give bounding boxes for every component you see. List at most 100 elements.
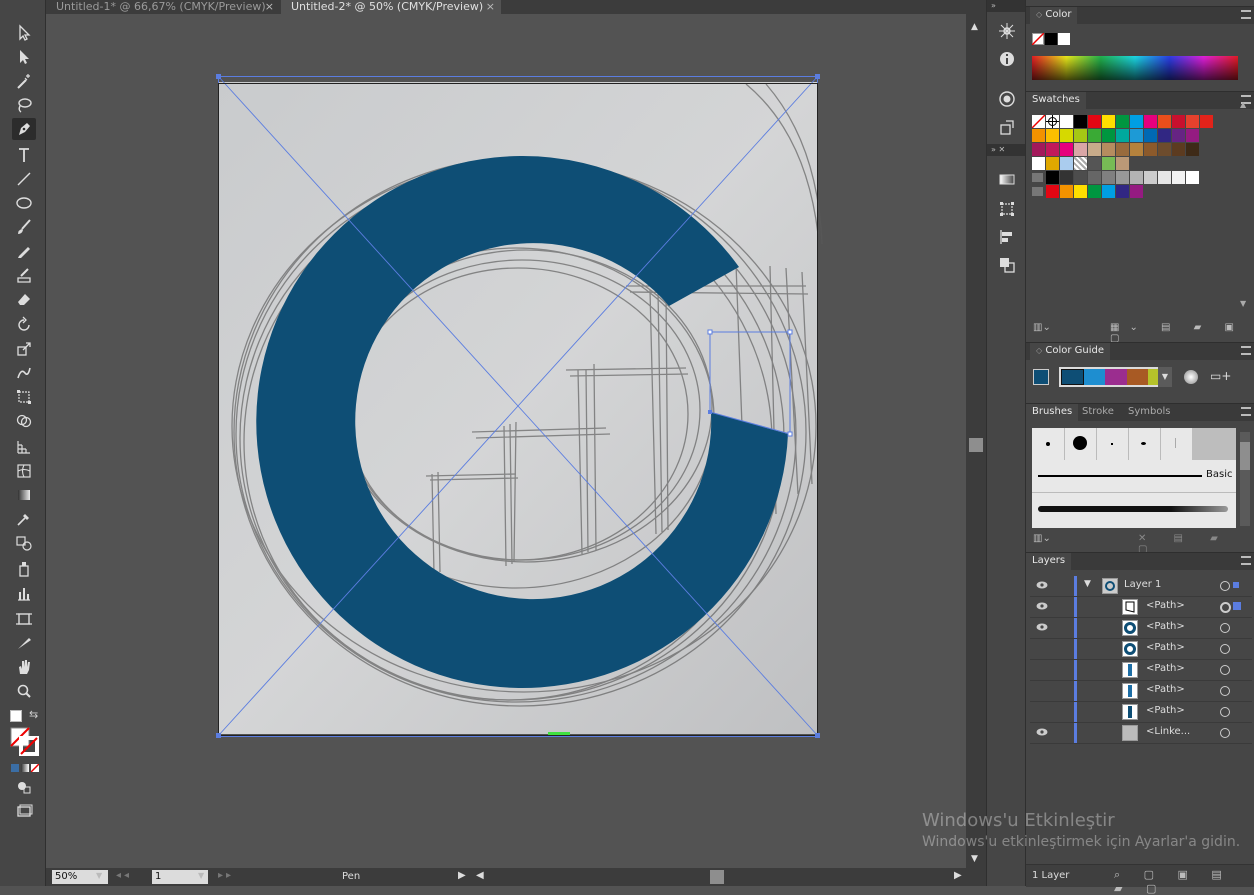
- warp-tool-icon[interactable]: [12, 362, 36, 384]
- direct-selection-tool-icon[interactable]: [12, 46, 36, 68]
- swatch[interactable]: [1186, 129, 1199, 142]
- swatch[interactable]: [1144, 115, 1157, 128]
- swatch-libraries-menu-icon[interactable]: ▥⌄: [1033, 322, 1051, 333]
- color-mode-icons[interactable]: [11, 764, 39, 772]
- selection-tool-icon[interactable]: [12, 22, 36, 44]
- swatch[interactable]: [1158, 143, 1171, 156]
- artboard-dropdown-icon[interactable]: ▼: [198, 871, 204, 880]
- swatch[interactable]: [1032, 173, 1043, 182]
- swatch[interactable]: [1032, 143, 1045, 156]
- swatch[interactable]: [1032, 157, 1045, 170]
- swatch[interactable]: [1088, 143, 1101, 156]
- target-icon[interactable]: [1220, 644, 1230, 654]
- ellipse-tool-icon[interactable]: [12, 192, 36, 214]
- sublayer-row[interactable]: <Path>: [1030, 702, 1252, 723]
- swatch[interactable]: [1102, 115, 1115, 128]
- swatch[interactable]: [1046, 129, 1059, 142]
- sublayer-row[interactable]: <Path>: [1030, 639, 1252, 660]
- scroll-up-arrow-icon[interactable]: ▲: [971, 22, 978, 32]
- swatch-panel-buttons[interactable]: ▦⌄ ▤ ▰ ▣ ▢: [1110, 322, 1254, 344]
- gradient-tool-icon[interactable]: [12, 484, 36, 506]
- path-name[interactable]: <Path>: [1146, 705, 1185, 716]
- pathfinder-icon[interactable]: [995, 254, 1019, 276]
- type-tool-icon[interactable]: [12, 144, 36, 166]
- panel-menu-icon[interactable]: [1241, 346, 1251, 355]
- layers-scrollbar[interactable]: [1240, 578, 1250, 858]
- slice-tool-icon[interactable]: [12, 632, 36, 654]
- swatches-scrollbar[interactable]: ▲ ▼: [1240, 100, 1250, 316]
- swatch[interactable]: [1102, 171, 1115, 184]
- swatch[interactable]: [1046, 157, 1059, 170]
- scrollbar-thumb[interactable]: [969, 438, 983, 452]
- expand-icon[interactable]: ◇: [1036, 10, 1042, 19]
- vertical-scrollbar[interactable]: ▲ ▼: [966, 14, 986, 868]
- swatch[interactable]: [1088, 157, 1101, 170]
- sublayer-row[interactable]: <Path>: [1030, 597, 1252, 618]
- panel-menu-icon[interactable]: [1241, 10, 1251, 19]
- canvas-area[interactable]: [46, 14, 966, 868]
- rotate-tool-icon[interactable]: [12, 314, 36, 336]
- graphic-styles-icon[interactable]: [995, 116, 1019, 138]
- tab-color-guide[interactable]: ◇ Color Guide: [1030, 343, 1110, 360]
- disclosure-triangle-icon[interactable]: ▼: [1084, 579, 1091, 589]
- swatch[interactable]: [1102, 129, 1115, 142]
- layer-name[interactable]: Layer 1: [1124, 579, 1161, 590]
- harmony-rules-strip[interactable]: [1059, 367, 1171, 387]
- layers-footer-buttons[interactable]: ⌕ ▢ ▣ ▤ ▰ ▢: [1114, 868, 1254, 895]
- swatch[interactable]: [1088, 115, 1101, 128]
- path-name[interactable]: <Path>: [1146, 642, 1185, 653]
- swatch[interactable]: [1060, 115, 1073, 128]
- brush-dot-small[interactable]: [1032, 428, 1065, 460]
- eraser-tool-icon[interactable]: [12, 288, 36, 310]
- brushes-scrollbar[interactable]: [1240, 432, 1250, 526]
- swatch[interactable]: [1116, 143, 1129, 156]
- tab-brushes[interactable]: Brushes: [1026, 404, 1079, 421]
- artboard-view[interactable]: [46, 14, 966, 868]
- swatch[interactable]: [1102, 157, 1115, 170]
- target-icon[interactable]: [1220, 623, 1230, 633]
- blend-tool-icon[interactable]: [12, 532, 36, 554]
- base-color-swatch[interactable]: [1033, 369, 1049, 385]
- swatch[interactable]: [1158, 171, 1171, 184]
- brushes-list[interactable]: Basic: [1032, 428, 1236, 528]
- save-color-group-icon[interactable]: ▭+: [1210, 369, 1231, 383]
- lasso-tool-icon[interactable]: [12, 94, 36, 116]
- swatch[interactable]: [1172, 143, 1185, 156]
- harmony-dropdown-icon[interactable]: ▼: [1158, 367, 1172, 387]
- path-name[interactable]: <Path>: [1146, 663, 1185, 674]
- navigator-icon[interactable]: [995, 20, 1019, 42]
- sublayer-row[interactable]: <Path>: [1030, 660, 1252, 681]
- close-icon[interactable]: ×: [265, 0, 274, 13]
- mesh-tool-icon[interactable]: [12, 460, 36, 482]
- linked-file-name[interactable]: <Linke...: [1146, 726, 1190, 737]
- target-icon[interactable]: [1220, 686, 1230, 696]
- color-spectrum-bar[interactable]: [1032, 56, 1238, 80]
- panel-menu-icon[interactable]: [1241, 407, 1251, 416]
- swatch[interactable]: [1116, 129, 1129, 142]
- tab-untitled-1[interactable]: Untitled-1* @ 66,67% (CMYK/Preview) ×: [46, 0, 280, 14]
- sublayer-row[interactable]: <Linke...: [1030, 723, 1252, 744]
- dock-collapse-icon[interactable]: »: [987, 0, 1025, 12]
- target-icon[interactable]: [1220, 602, 1231, 613]
- swatch[interactable]: [1074, 143, 1087, 156]
- swatch[interactable]: [1088, 171, 1101, 184]
- appearance-icon[interactable]: [995, 88, 1019, 110]
- swatch[interactable]: [1060, 157, 1073, 170]
- none-color-swatch[interactable]: [1032, 33, 1044, 45]
- swatch[interactable]: [1158, 115, 1171, 128]
- artboard-nav-prev-icon[interactable]: ◂◂: [116, 870, 132, 881]
- info-icon[interactable]: [995, 48, 1019, 70]
- line-segment-tool-icon[interactable]: [12, 168, 36, 190]
- swatch[interactable]: [1088, 129, 1101, 142]
- fill-stroke-swatch[interactable]: [10, 727, 39, 756]
- edit-colors-icon[interactable]: [1184, 370, 1198, 384]
- swatch[interactable]: [1172, 171, 1185, 184]
- draw-mode-icon[interactable]: [12, 776, 36, 798]
- column-graph-tool-icon[interactable]: [12, 582, 36, 604]
- brush-calligraphic-3[interactable]: [1160, 428, 1193, 460]
- close-icon[interactable]: ×: [486, 0, 495, 13]
- swatch[interactable]: [1102, 143, 1115, 156]
- swatch[interactable]: [1060, 185, 1073, 198]
- swatch[interactable]: [1116, 157, 1129, 170]
- swatch[interactable]: [1116, 171, 1129, 184]
